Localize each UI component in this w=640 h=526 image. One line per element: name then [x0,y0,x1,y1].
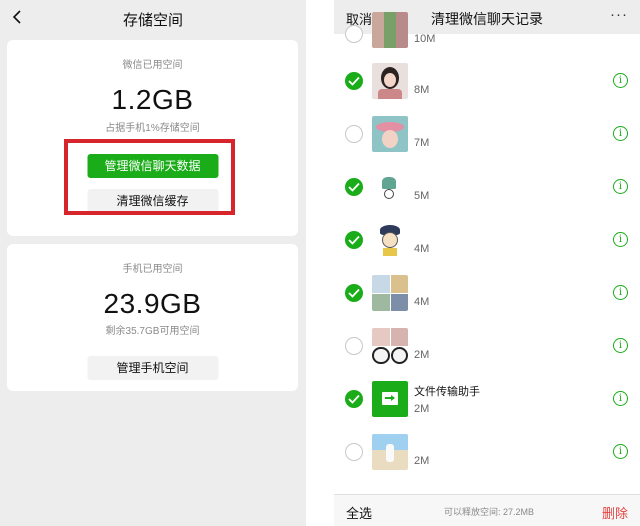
chat-size: 4M [414,296,430,308]
highlight-box [64,139,235,215]
thumb-hat [372,116,408,152]
select-all-button[interactable]: 全选 [346,503,372,522]
checkbox-unchecked-icon[interactable] [345,125,363,143]
freeable-space-text: 可以释放空间: 27.2MB [444,507,535,517]
info-icon[interactable]: i [613,179,628,194]
checkbox-checked-icon[interactable] [345,178,363,196]
page-title: 存储空间 [122,12,183,29]
info-icon[interactable]: i [613,444,628,459]
checkbox-unchecked-icon[interactable] [345,337,363,355]
chat-row[interactable]: 7M i [334,108,640,161]
checkbox-checked-icon[interactable] [345,390,363,408]
phone-used-label: 手机已用空间 [122,264,183,275]
chat-row[interactable]: 4M i [334,214,640,267]
info-icon[interactable]: i [613,126,628,141]
nav-bar: 存储空间 [0,0,306,34]
chat-row[interactable]: 2M i [334,426,640,479]
chat-name: 文件传输助手 [414,386,480,398]
info-icon[interactable]: i [613,338,628,353]
thumb-beach [372,434,408,470]
manage-phone-space-button[interactable]: 管理手机空间 [87,356,218,380]
info-icon[interactable]: i [613,285,628,300]
info-icon[interactable]: i [613,73,628,88]
bottom-bar: 全选 可以释放空间: 27.2MB 删除 [334,494,640,526]
storage-screen: 存储空间 微信已用空间 1.2GB 占据手机1%存储空间 管理微信聊天数据 清理… [0,0,306,526]
wechat-used-size: 1.2GB [111,84,194,115]
chat-row[interactable]: 5M i [334,161,640,214]
chat-size: 10M [414,33,436,45]
phone-storage-card: 手机已用空间 23.9GB 剩余35.7GB可用空间 管理手机空间 [7,244,298,391]
wechat-used-subtext: 占据手机1%存储空间 [105,123,200,134]
checkbox-unchecked-icon[interactable] [345,443,363,461]
chat-row[interactable]: 2M i [334,320,640,373]
chat-size: 4M [414,243,430,255]
wechat-used-label: 微信已用空间 [122,60,183,71]
delete-button[interactable]: 删除 [602,503,628,522]
clean-chat-screen: 取消 清理微信聊天记录 ··· 10M 8M i 7M i 5M i 4M i 4M i 2M i 文件传… [334,0,640,526]
checkbox-checked-icon[interactable] [345,284,363,302]
chat-size: 2M [414,403,430,415]
thumb-panda [372,328,408,364]
chat-size: 2M [414,349,430,361]
thumb-sketch [372,169,408,205]
thumb-file-transfer [372,381,408,417]
chat-size: 8M [414,84,430,96]
chat-row[interactable]: 4M i [334,267,640,320]
chat-row[interactable]: 8M i [334,55,640,108]
thumb-girl [372,63,408,99]
checkbox-checked-icon[interactable] [345,231,363,249]
chat-size: 7M [414,137,430,149]
phone-remaining-subtext: 剩余35.7GB可用空间 [105,326,200,337]
checkbox-checked-icon[interactable] [345,72,363,90]
chat-size: 2M [414,455,430,467]
chat-row[interactable]: 文件传输助手 2M i [334,373,640,426]
chat-size: 5M [414,190,430,202]
checkbox-unchecked-icon[interactable] [345,25,363,43]
info-icon[interactable]: i [613,232,628,247]
thumb-photos [372,12,408,48]
thumb-grid [372,275,408,311]
thumb-cartoon [372,222,408,258]
phone-used-size: 23.9GB [103,288,202,319]
info-icon[interactable]: i [613,391,628,406]
